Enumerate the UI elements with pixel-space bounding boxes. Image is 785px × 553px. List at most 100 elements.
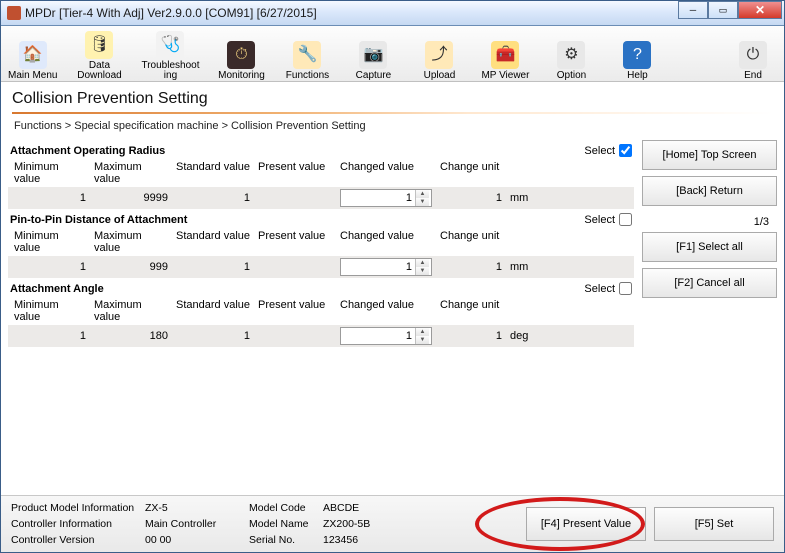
- window-title: MPDr [Tier-4 With Adj] Ver2.9.0.0 [COM91…: [25, 6, 317, 20]
- spin-down-icon[interactable]: ▼: [416, 198, 429, 206]
- toolbar-label: Monitoring: [218, 71, 265, 81]
- std-value: 1: [172, 192, 254, 204]
- value-controller-info: Main Controller: [145, 518, 245, 530]
- section-header: Attachment AngleSelect: [8, 278, 634, 297]
- unit-label: mm: [506, 261, 542, 273]
- parameters-pane: Attachment Operating RadiusSelectMinimum…: [8, 140, 642, 347]
- changed-value-cell: ▲▼: [336, 258, 436, 276]
- data-icon: 🛢: [85, 31, 113, 59]
- select-checkbox[interactable]: [619, 144, 632, 157]
- toolbar-label: Upload: [424, 71, 456, 81]
- value-model-name: ZX200-5B: [323, 518, 403, 530]
- changed-value-spinner[interactable]: ▲▼: [340, 327, 432, 345]
- minimize-button[interactable]: ─: [678, 1, 708, 19]
- maximize-button[interactable]: ▭: [708, 1, 738, 19]
- cancel-all-button[interactable]: [F2] Cancel all: [642, 268, 777, 298]
- toolbar-label: End: [744, 71, 762, 81]
- main-toolbar: 🏠 Main Menu 🛢DataDownload 🩺Troubleshooting ⏱…: [0, 26, 785, 82]
- back-button[interactable]: [Back] Return: [642, 176, 777, 206]
- status-footer: Product Model Information ZX-5 Model Cod…: [1, 495, 784, 552]
- toolbar-label: Functions: [286, 71, 329, 81]
- toolbar-capture[interactable]: 📷 Capture: [349, 41, 397, 81]
- label-serial-no: Serial No.: [249, 534, 319, 546]
- app-icon: [7, 6, 21, 20]
- spin-up-icon[interactable]: ▲: [416, 190, 429, 198]
- breadcrumb: Functions > Special specification machin…: [0, 114, 785, 140]
- spin-down-icon[interactable]: ▼: [416, 267, 429, 275]
- changed-value-spinner[interactable]: ▲▼: [340, 189, 432, 207]
- close-button[interactable]: ✕: [738, 1, 782, 19]
- present-value-button[interactable]: [F4] Present Value: [526, 507, 646, 541]
- min-value: 1: [10, 261, 90, 273]
- label-product-model: Product Model Information: [11, 502, 141, 514]
- toolbar-label: DataDownload: [77, 61, 121, 81]
- max-value: 180: [90, 330, 172, 342]
- toolbar-label: MP Viewer: [481, 71, 529, 81]
- toolbar-functions[interactable]: 🔧Functions: [283, 41, 331, 81]
- select-label: Select: [584, 283, 615, 295]
- value-product-model: ZX-5: [145, 502, 245, 514]
- column-headers: Minimum valueMaximum valueStandard value…: [8, 228, 634, 256]
- select-label: Select: [584, 214, 615, 226]
- changed-value-cell: ▲▼: [336, 189, 436, 207]
- toolbar-upload[interactable]: ⤴Upload: [415, 41, 463, 81]
- toolbar-data-download[interactable]: 🛢DataDownload: [75, 31, 123, 81]
- changed-value-input[interactable]: [341, 190, 415, 206]
- content-area: Attachment Operating RadiusSelectMinimum…: [0, 140, 785, 347]
- changed-value-cell: ▲▼: [336, 327, 436, 345]
- param-row: 19991▲▼1mm: [8, 256, 634, 278]
- toolbar-label: Capture: [356, 71, 392, 81]
- mp-icon: 🧰: [491, 41, 519, 69]
- window-titlebar: MPDr [Tier-4 With Adj] Ver2.9.0.0 [COM91…: [0, 0, 785, 26]
- value-serial-no: 123456: [323, 534, 403, 546]
- toolbar-help[interactable]: ? Help: [613, 41, 661, 81]
- change-unit-value: 1: [436, 330, 506, 342]
- end-icon: ⏻: [739, 41, 767, 69]
- troubleshoot-icon: 🩺: [156, 31, 184, 59]
- param-row: 199991▲▼1mm: [8, 187, 634, 209]
- select-checkbox[interactable]: [619, 282, 632, 295]
- label-controller-info: Controller Information: [11, 518, 141, 530]
- footer-info-grid: Product Model Information ZX-5 Model Cod…: [11, 502, 518, 546]
- page-count: 1/3: [642, 212, 777, 232]
- changed-value-input[interactable]: [341, 259, 415, 275]
- change-unit-value: 1: [436, 261, 506, 273]
- label-model-code: Model Code: [249, 502, 319, 514]
- main-icon: 🏠: [19, 41, 47, 69]
- select-all-button[interactable]: [F1] Select all: [642, 232, 777, 262]
- window-controls: ─ ▭ ✕: [678, 1, 782, 19]
- changed-value-spinner[interactable]: ▲▼: [340, 258, 432, 276]
- unit-label: deg: [506, 330, 542, 342]
- min-value: 1: [10, 330, 90, 342]
- label-model-name: Model Name: [249, 518, 319, 530]
- toolbar-label: Troubleshooting: [141, 61, 199, 81]
- value-controller-version: 00 00: [145, 534, 245, 546]
- help-icon: ?: [623, 41, 651, 69]
- spin-down-icon[interactable]: ▼: [416, 336, 429, 344]
- toolbar-label: Help: [627, 71, 648, 81]
- toolbar-mp-viewer[interactable]: 🧰 MP Viewer: [481, 41, 529, 81]
- toolbar-label: Main Menu: [8, 71, 57, 81]
- select-checkbox[interactable]: [619, 213, 632, 226]
- label-controller-version: Controller Version: [11, 534, 141, 546]
- change-unit-value: 1: [436, 192, 506, 204]
- home-button[interactable]: [Home] Top Screen: [642, 140, 777, 170]
- min-value: 1: [10, 192, 90, 204]
- param-row: 11801▲▼1deg: [8, 325, 634, 347]
- section-header: Pin-to-Pin Distance of AttachmentSelect: [8, 209, 634, 228]
- spin-up-icon[interactable]: ▲: [416, 259, 429, 267]
- toolbar-troubleshoot-ing[interactable]: 🩺Troubleshooting: [141, 31, 199, 81]
- capture-icon: 📷: [359, 41, 387, 69]
- std-value: 1: [172, 261, 254, 273]
- changed-value-input[interactable]: [341, 328, 415, 344]
- monitoring-icon: ⏱: [227, 41, 255, 69]
- toolbar-label: Option: [557, 71, 586, 81]
- toolbar-main-menu[interactable]: 🏠 Main Menu: [8, 41, 57, 81]
- set-button[interactable]: [F5] Set: [654, 507, 774, 541]
- toolbar-monitoring[interactable]: ⏱ Monitoring: [217, 41, 265, 81]
- section-title: Attachment Angle: [10, 283, 584, 295]
- unit-label: mm: [506, 192, 542, 204]
- toolbar-option[interactable]: ⚙Option: [547, 41, 595, 81]
- spin-up-icon[interactable]: ▲: [416, 328, 429, 336]
- toolbar-end[interactable]: ⏻ End: [729, 41, 777, 81]
